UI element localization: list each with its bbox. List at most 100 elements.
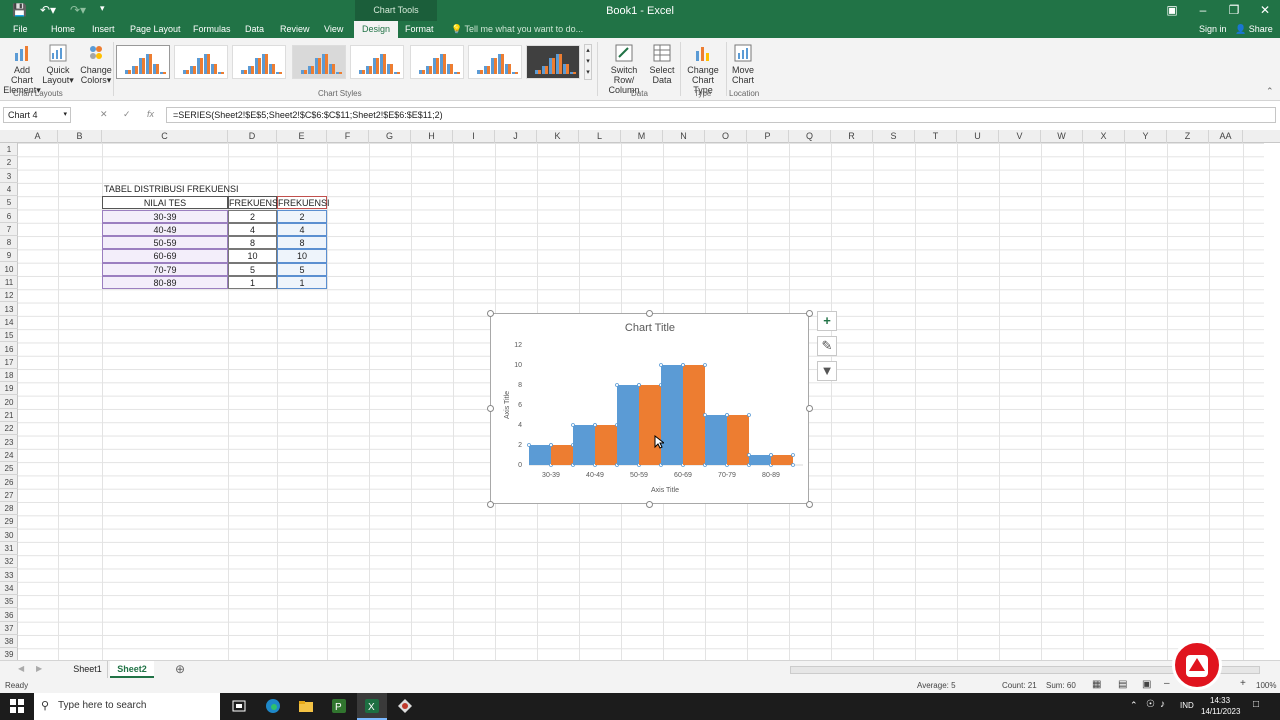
row-header-26[interactable]: 26 (0, 476, 18, 489)
gallery-scroll[interactable]: ▴ ▾ ▾ (584, 44, 592, 80)
column-header-w[interactable]: W (1041, 130, 1083, 143)
resize-handle[interactable] (806, 405, 813, 412)
prev-sheet-icon[interactable]: ◀ (18, 664, 24, 673)
language-indicator[interactable]: IND (1180, 701, 1194, 710)
column-header-o[interactable]: O (705, 130, 747, 143)
row-header-35[interactable]: 35 (0, 595, 18, 609)
column-header-i[interactable]: I (453, 130, 495, 143)
cancel-icon[interactable]: ✕ (100, 109, 108, 120)
column-header-q[interactable]: Q (789, 130, 831, 143)
zoom-level[interactable]: 100% (1256, 681, 1276, 690)
row-header-29[interactable]: 29 (0, 515, 18, 529)
row-header-2[interactable]: 2 (0, 156, 18, 170)
table-cell-frequency-2[interactable]: 5 (277, 262, 327, 276)
change-colors-button[interactable]: Change Colors▾ (80, 43, 112, 85)
sheet-tab-sheet1[interactable]: Sheet1 (68, 661, 108, 678)
chart-style-thumbnail[interactable] (174, 45, 228, 79)
windows-start-icon[interactable] (9, 698, 25, 714)
chart-styles-brush-icon[interactable]: ✎ (817, 336, 837, 356)
row-header-21[interactable]: 21 (0, 409, 18, 422)
column-header-e[interactable]: E (277, 130, 327, 143)
switch-row-column-button[interactable]: Switch Row/ Column (600, 43, 648, 95)
notifications-icon[interactable]: □ (1253, 699, 1259, 710)
resize-handle[interactable] (487, 310, 494, 317)
table-cell-frequency[interactable]: 4 (228, 222, 277, 237)
row-header-28[interactable]: 28 (0, 502, 18, 516)
row-header-9[interactable]: 9 (0, 249, 18, 263)
edge-browser-icon[interactable] (265, 698, 281, 714)
column-header-c[interactable]: C (102, 130, 228, 143)
row-header-33[interactable]: 33 (0, 569, 18, 582)
table-cell-frequency-2[interactable]: 1 (277, 276, 327, 290)
resize-handle[interactable] (806, 310, 813, 317)
row-header-17[interactable]: 17 (0, 356, 18, 369)
resize-handle[interactable] (646, 501, 653, 508)
column-header-f[interactable]: F (327, 130, 369, 143)
row-header-25[interactable]: 25 (0, 462, 18, 476)
excel-taskbar-button[interactable]: X (357, 693, 387, 720)
column-header-d[interactable]: D (228, 130, 277, 143)
new-sheet-icon[interactable]: ⊕ (175, 662, 185, 676)
row-header-38[interactable]: 38 (0, 635, 18, 649)
table-header-frekuensi[interactable]: FREKUENSI (228, 196, 281, 210)
chart-style-thumbnail[interactable] (410, 45, 464, 79)
zoom-out-icon[interactable]: – (1164, 678, 1170, 689)
row-header-1[interactable]: 1 (0, 143, 18, 156)
resize-handle[interactable] (646, 310, 653, 317)
share-button[interactable]: 👤 Share (1235, 24, 1273, 35)
column-header-v[interactable]: V (999, 130, 1041, 143)
row-header-11[interactable]: 11 (0, 276, 18, 289)
column-header-m[interactable]: M (621, 130, 663, 143)
row-header-18[interactable]: 18 (0, 369, 18, 383)
table-cell-frequency[interactable]: 5 (228, 262, 277, 276)
tab-view[interactable]: View (324, 24, 343, 34)
chart-style-thumbnail[interactable] (232, 45, 286, 79)
table-cell-category[interactable]: 30-39 (102, 209, 228, 223)
table-cell-frequency[interactable]: 1 (228, 276, 277, 290)
tab-home[interactable]: Home (51, 24, 75, 34)
column-header-h[interactable]: H (411, 130, 453, 143)
table-cell-category[interactable]: 40-49 (102, 222, 228, 237)
row-header-36[interactable]: 36 (0, 609, 18, 622)
table-cell-frequency-2[interactable]: 8 (277, 236, 327, 250)
tab-design[interactable]: Design (354, 21, 399, 38)
column-header-t[interactable]: T (915, 130, 957, 143)
table-cell-frequency[interactable]: 10 (228, 249, 277, 263)
tab-review[interactable]: Review (280, 24, 310, 34)
row-header-12[interactable]: 12 (0, 289, 18, 303)
row-header-30[interactable]: 30 (0, 529, 18, 542)
zoom-in-icon[interactable]: + (1240, 678, 1246, 689)
row-header-20[interactable]: 20 (0, 396, 18, 409)
collapse-ribbon-icon[interactable]: ⌃ (1266, 86, 1274, 97)
minimize-icon[interactable]: – (1193, 3, 1213, 17)
row-header-10[interactable]: 10 (0, 263, 18, 276)
chart-object[interactable]: Chart Title Axis Title Axis Title 0 2 4 6 8 10 12… (490, 313, 809, 504)
next-sheet-icon[interactable]: ▶ (36, 664, 42, 673)
taskbar-search-box[interactable]: ⚲ Type here to search (34, 693, 220, 720)
table-cell-category[interactable]: 80-89 (102, 276, 228, 290)
table-cell-frequency-2[interactable]: 4 (277, 222, 327, 237)
volume-icon[interactable]: ♪ (1160, 699, 1165, 710)
file-explorer-icon[interactable] (298, 698, 314, 714)
row-header-19[interactable]: 19 (0, 382, 18, 396)
tab-file[interactable]: File (13, 24, 28, 34)
page-break-view-icon[interactable]: ▣ (1142, 679, 1151, 690)
chart-style-thumbnail[interactable] (292, 45, 346, 79)
enter-icon[interactable]: ✓ (123, 109, 131, 120)
table-cell-category[interactable]: 70-79 (102, 262, 228, 276)
row-header-34[interactable]: 34 (0, 582, 18, 595)
row-header-31[interactable]: 31 (0, 542, 18, 555)
chart-style-thumbnail[interactable] (116, 45, 170, 79)
row-header-15[interactable]: 15 (0, 329, 18, 343)
row-header-6[interactable]: 6 (0, 210, 18, 223)
chart-style-thumbnail[interactable] (350, 45, 404, 79)
resize-handle[interactable] (487, 501, 494, 508)
column-header-u[interactable]: U (957, 130, 999, 143)
column-header-r[interactable]: R (831, 130, 873, 143)
row-header-27[interactable]: 27 (0, 489, 18, 502)
row-header-4[interactable]: 4 (0, 183, 18, 196)
column-header-j[interactable]: J (495, 130, 537, 143)
tab-formulas[interactable]: Formulas (193, 24, 231, 34)
column-header-aa[interactable]: AA (1209, 130, 1243, 143)
column-header-b[interactable]: B (58, 130, 102, 143)
